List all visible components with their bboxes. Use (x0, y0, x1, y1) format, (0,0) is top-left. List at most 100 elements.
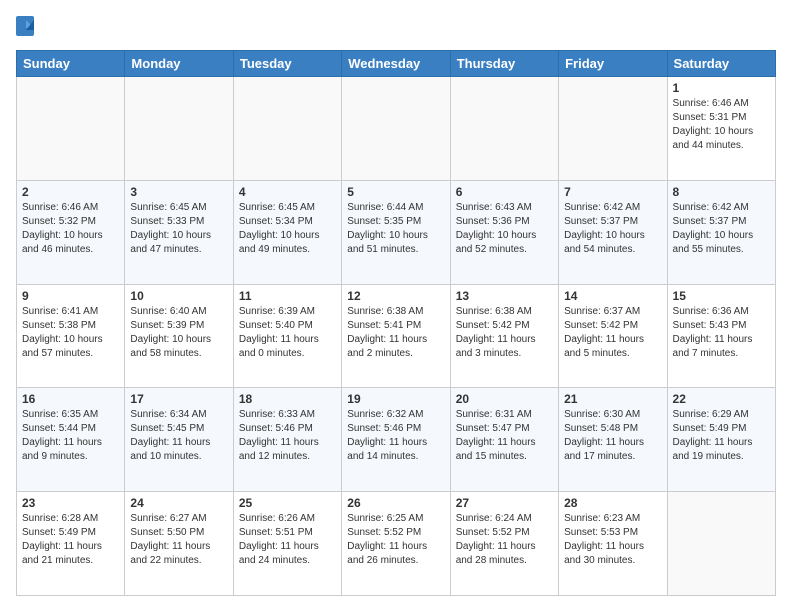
day-number: 16 (22, 392, 119, 406)
day-number: 7 (564, 185, 661, 199)
weekday-header-friday: Friday (559, 51, 667, 77)
day-cell: 9 Sunrise: 6:41 AM Sunset: 5:38 PM Daylig… (17, 284, 125, 388)
day-cell: 13 Sunrise: 6:38 AM Sunset: 5:42 PM Dayli… (450, 284, 558, 388)
day-number: 9 (22, 289, 119, 303)
day-info: Sunrise: 6:36 AM Sunset: 5:43 PM Dayligh… (673, 305, 770, 361)
day-cell: 1Sunrise: 6:46 AM Sunset: 5:31 PM Daylig… (667, 77, 775, 181)
day-info: Sunrise: 6:27 AM Sunset: 5:50 PM Dayligh… (130, 512, 227, 568)
day-info: Sunrise: 6:41 AM Sunset: 5:38 PM Dayligh… (22, 305, 119, 361)
day-number: 14 (564, 289, 661, 303)
day-info: Sunrise: 6:38 AM Sunset: 5:41 PM Dayligh… (347, 305, 444, 361)
day-cell: 5Sunrise: 6:44 AM Sunset: 5:35 PM Daylig… (342, 180, 450, 284)
day-cell: 7 Sunrise: 6:42 AM Sunset: 5:37 PM Daylig… (559, 180, 667, 284)
day-number: 19 (347, 392, 444, 406)
day-cell: 25 Sunrise: 6:26 AM Sunset: 5:51 PM Dayli… (233, 492, 341, 596)
day-cell (125, 77, 233, 181)
day-number: 13 (456, 289, 553, 303)
day-cell: 12 Sunrise: 6:38 AM Sunset: 5:41 PM Dayli… (342, 284, 450, 388)
day-cell (450, 77, 558, 181)
day-info: Sunrise: 6:46 AM Sunset: 5:31 PM Dayligh… (673, 97, 770, 153)
day-info: Sunrise: 6:42 AM Sunset: 5:37 PM Dayligh… (564, 201, 661, 257)
day-info: Sunrise: 6:30 AM Sunset: 5:48 PM Dayligh… (564, 408, 661, 464)
calendar-body: 1Sunrise: 6:46 AM Sunset: 5:31 PM Daylig… (17, 77, 776, 596)
week-row-4: 16 Sunrise: 6:35 AM Sunset: 5:44 PM Dayli… (17, 388, 776, 492)
day-info: Sunrise: 6:46 AM Sunset: 5:32 PM Dayligh… (22, 201, 119, 257)
day-number: 17 (130, 392, 227, 406)
day-cell: 15Sunrise: 6:36 AM Sunset: 5:43 PM Dayli… (667, 284, 775, 388)
day-cell: 24 Sunrise: 6:27 AM Sunset: 5:50 PM Dayli… (125, 492, 233, 596)
day-number: 12 (347, 289, 444, 303)
day-number: 6 (456, 185, 553, 199)
day-info: Sunrise: 6:24 AM Sunset: 5:52 PM Dayligh… (456, 512, 553, 568)
day-info: Sunrise: 6:34 AM Sunset: 5:45 PM Dayligh… (130, 408, 227, 464)
day-info: Sunrise: 6:45 AM Sunset: 5:33 PM Dayligh… (130, 201, 227, 257)
day-number: 22 (673, 392, 770, 406)
day-cell: 14 Sunrise: 6:37 AM Sunset: 5:42 PM Dayli… (559, 284, 667, 388)
day-number: 25 (239, 496, 336, 510)
day-cell: 22 Sunrise: 6:29 AM Sunset: 5:49 PM Dayli… (667, 388, 775, 492)
day-info: Sunrise: 6:23 AM Sunset: 5:53 PM Dayligh… (564, 512, 661, 568)
week-row-2: 2 Sunrise: 6:46 AM Sunset: 5:32 PM Daylig… (17, 180, 776, 284)
day-info: Sunrise: 6:38 AM Sunset: 5:42 PM Dayligh… (456, 305, 553, 361)
day-info: Sunrise: 6:28 AM Sunset: 5:49 PM Dayligh… (22, 512, 119, 568)
day-cell: 16 Sunrise: 6:35 AM Sunset: 5:44 PM Dayli… (17, 388, 125, 492)
day-cell (667, 492, 775, 596)
day-cell (559, 77, 667, 181)
day-info: Sunrise: 6:39 AM Sunset: 5:40 PM Dayligh… (239, 305, 336, 361)
day-info: Sunrise: 6:25 AM Sunset: 5:52 PM Dayligh… (347, 512, 444, 568)
day-cell: 17 Sunrise: 6:34 AM Sunset: 5:45 PM Dayli… (125, 388, 233, 492)
day-number: 23 (22, 496, 119, 510)
day-number: 24 (130, 496, 227, 510)
day-info: Sunrise: 6:33 AM Sunset: 5:46 PM Dayligh… (239, 408, 336, 464)
day-cell: 20 Sunrise: 6:31 AM Sunset: 5:47 PM Dayli… (450, 388, 558, 492)
day-cell: 19Sunrise: 6:32 AM Sunset: 5:46 PM Dayli… (342, 388, 450, 492)
day-cell (233, 77, 341, 181)
day-cell: 2 Sunrise: 6:46 AM Sunset: 5:32 PM Daylig… (17, 180, 125, 284)
weekday-row: SundayMondayTuesdayWednesdayThursdayFrid… (17, 51, 776, 77)
day-info: Sunrise: 6:43 AM Sunset: 5:36 PM Dayligh… (456, 201, 553, 257)
weekday-header-tuesday: Tuesday (233, 51, 341, 77)
day-cell: 21 Sunrise: 6:30 AM Sunset: 5:48 PM Dayli… (559, 388, 667, 492)
day-number: 4 (239, 185, 336, 199)
day-info: Sunrise: 6:37 AM Sunset: 5:42 PM Dayligh… (564, 305, 661, 361)
logo (16, 16, 40, 40)
day-info: Sunrise: 6:45 AM Sunset: 5:34 PM Dayligh… (239, 201, 336, 257)
day-number: 28 (564, 496, 661, 510)
day-cell: 11 Sunrise: 6:39 AM Sunset: 5:40 PM Dayli… (233, 284, 341, 388)
day-info: Sunrise: 6:35 AM Sunset: 5:44 PM Dayligh… (22, 408, 119, 464)
weekday-header-saturday: Saturday (667, 51, 775, 77)
day-number: 10 (130, 289, 227, 303)
day-cell (17, 77, 125, 181)
day-number: 20 (456, 392, 553, 406)
day-cell: 28 Sunrise: 6:23 AM Sunset: 5:53 PM Dayli… (559, 492, 667, 596)
day-info: Sunrise: 6:26 AM Sunset: 5:51 PM Dayligh… (239, 512, 336, 568)
day-cell: 3 Sunrise: 6:45 AM Sunset: 5:33 PM Daylig… (125, 180, 233, 284)
weekday-header-wednesday: Wednesday (342, 51, 450, 77)
day-cell: 18 Sunrise: 6:33 AM Sunset: 5:46 PM Dayli… (233, 388, 341, 492)
week-row-5: 23 Sunrise: 6:28 AM Sunset: 5:49 PM Dayli… (17, 492, 776, 596)
weekday-header-thursday: Thursday (450, 51, 558, 77)
day-number: 3 (130, 185, 227, 199)
day-number: 27 (456, 496, 553, 510)
day-info: Sunrise: 6:31 AM Sunset: 5:47 PM Dayligh… (456, 408, 553, 464)
day-number: 8 (673, 185, 770, 199)
day-cell: 4 Sunrise: 6:45 AM Sunset: 5:34 PM Daylig… (233, 180, 341, 284)
day-number: 26 (347, 496, 444, 510)
week-row-1: 1Sunrise: 6:46 AM Sunset: 5:31 PM Daylig… (17, 77, 776, 181)
day-info: Sunrise: 6:42 AM Sunset: 5:37 PM Dayligh… (673, 201, 770, 257)
weekday-header-monday: Monday (125, 51, 233, 77)
day-info: Sunrise: 6:40 AM Sunset: 5:39 PM Dayligh… (130, 305, 227, 361)
day-number: 2 (22, 185, 119, 199)
day-number: 21 (564, 392, 661, 406)
logo-icon (16, 16, 36, 40)
page: SundayMondayTuesdayWednesdayThursdayFrid… (0, 0, 792, 612)
header (16, 16, 776, 40)
calendar-header: SundayMondayTuesdayWednesdayThursdayFrid… (17, 51, 776, 77)
week-row-3: 9 Sunrise: 6:41 AM Sunset: 5:38 PM Daylig… (17, 284, 776, 388)
day-info: Sunrise: 6:29 AM Sunset: 5:49 PM Dayligh… (673, 408, 770, 464)
day-number: 11 (239, 289, 336, 303)
day-cell: 23 Sunrise: 6:28 AM Sunset: 5:49 PM Dayli… (17, 492, 125, 596)
day-cell (342, 77, 450, 181)
day-number: 18 (239, 392, 336, 406)
day-cell: 6 Sunrise: 6:43 AM Sunset: 5:36 PM Daylig… (450, 180, 558, 284)
